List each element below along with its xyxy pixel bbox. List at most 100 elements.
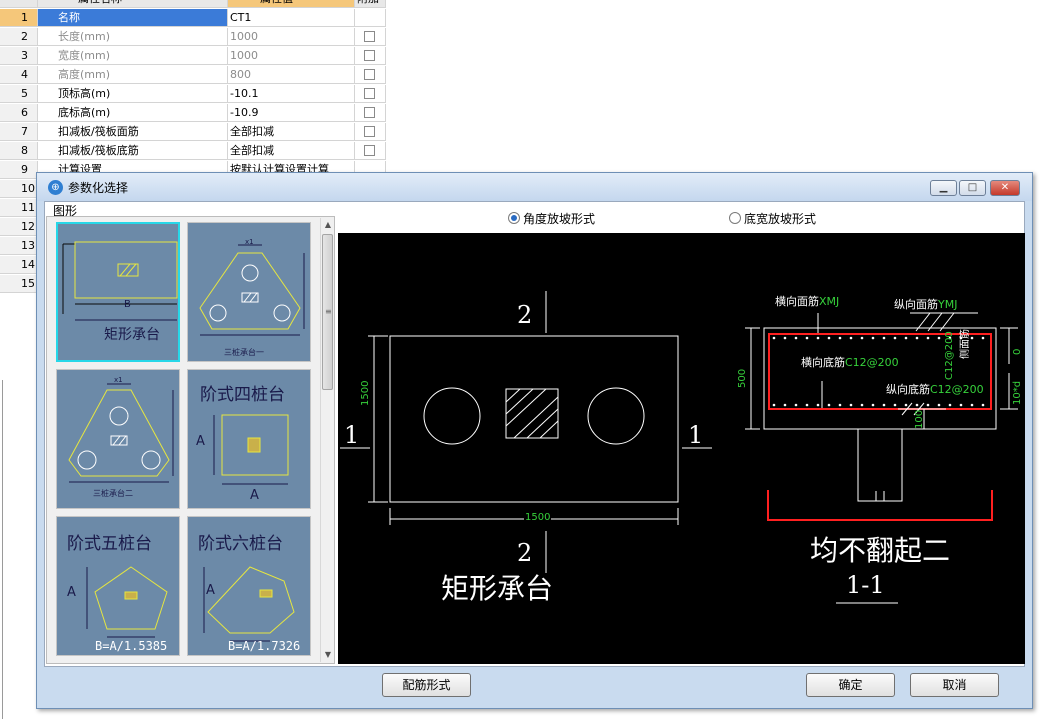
grid-prop-name[interactable]: 扣减板/筏板面筋 — [38, 123, 228, 141]
cancel-button[interactable]: 取消 — [910, 673, 999, 697]
grid-row[interactable]: 8 扣减板/筏板底筋 全部扣减 — [0, 142, 386, 161]
scroll-down-icon[interactable]: ▼ — [321, 648, 334, 662]
rebar-dot — [926, 403, 930, 407]
grid-row-number: 10 — [0, 180, 38, 198]
dim-10d-label: 10*d — [1012, 380, 1023, 405]
add-checkbox[interactable] — [364, 88, 375, 99]
grid-header-name[interactable]: 属性名称 — [38, 0, 228, 8]
thumb-tri-cap-2[interactable]: x1 三桩承台二 — [56, 369, 180, 509]
rebar-dot — [805, 336, 809, 340]
thumb-tri-cap-1[interactable]: x1 三桩承台一 — [187, 222, 311, 362]
grid-prop-add — [355, 85, 386, 103]
thumb-step4-label: 阶式四桩台 — [200, 385, 285, 405]
rebar-dot — [838, 403, 842, 407]
add-checkbox[interactable] — [364, 126, 375, 137]
grid-prop-add — [355, 142, 386, 160]
grid-row[interactable]: 7 扣减板/筏板面筋 全部扣减 — [0, 123, 386, 142]
scroll-thumb[interactable]: ≡ — [322, 234, 333, 390]
grid-prop-name[interactable]: 顶标高(m) — [38, 85, 228, 103]
rebar-dot — [783, 336, 787, 340]
grid-prop-value[interactable]: 1000 — [228, 28, 355, 46]
grid-row[interactable]: 1 名称 CT1 — [0, 9, 386, 28]
rebar-dot — [860, 336, 864, 340]
grid-prop-value[interactable]: 800 — [228, 66, 355, 84]
grid-row-number: 1 — [0, 9, 38, 27]
shape-title: 矩形承台 — [441, 572, 554, 605]
grid-header-value[interactable]: 属性值 — [228, 0, 355, 8]
radio-bottom-width-slope[interactable]: 底宽放坡形式 — [729, 210, 816, 227]
grid-header-add[interactable]: 附加 — [355, 0, 386, 8]
grid-row[interactable]: 2 长度(mm) 1000 — [0, 28, 386, 47]
grid-prop-value[interactable]: -10.1 — [228, 85, 355, 103]
grid-prop-name[interactable]: 扣减板/筏板底筋 — [38, 142, 228, 160]
thumb-tri1-dim-x: x1 — [245, 238, 254, 246]
grid-row[interactable]: 4 高度(mm) 800 — [0, 66, 386, 85]
rebar-form-button[interactable]: 配筋形式 — [382, 673, 471, 697]
label-v-top-text: 纵向面筋 — [894, 298, 938, 311]
dim-100-label: 100 — [914, 409, 925, 429]
rebar-dot — [893, 336, 897, 340]
close-button[interactable]: ✕ — [990, 180, 1020, 196]
grid-prop-name[interactable]: 底标高(m) — [38, 104, 228, 122]
thumb-step-6-pile[interactable]: 阶式六桩台 A B=A/1.7326 — [187, 516, 311, 656]
shape-gallery: B 矩形承台 x1 三桩承台一 x1 三桩承台二 阶式四桩台 A A 阶式五桩台… — [46, 216, 335, 664]
section-mark-left: 1 — [344, 421, 360, 449]
grid-row-number: 12 — [0, 218, 38, 236]
thumb-rect-label: 矩形承台 — [104, 327, 160, 343]
rebar-dot — [849, 403, 853, 407]
thumb-step6-formula: B=A/1.7326 — [228, 639, 301, 653]
grid-row[interactable]: 5 顶标高(m) -10.1 — [0, 85, 386, 104]
label-v-bot-value: C12@200 — [930, 383, 984, 396]
param-select-dialog: ⊕ 参数化选择 ▁ □ ✕ 图形 B 矩形承台 x1 三桩承台一 x1 三桩承台… — [36, 172, 1033, 709]
section-title: 均不翻起二 — [810, 534, 951, 567]
label-v-top-value: YMJ — [938, 298, 958, 311]
rebar-dot — [871, 403, 875, 407]
thumb-rect-cap[interactable]: B 矩形承台 — [56, 222, 180, 362]
minimize-button[interactable]: ▁ — [930, 180, 957, 196]
grid-prop-name[interactable]: 高度(mm) — [38, 66, 228, 84]
grid-prop-name[interactable]: 长度(mm) — [38, 28, 228, 46]
ok-button[interactable]: 确定 — [806, 673, 895, 697]
rebar-dot — [794, 403, 798, 407]
grid-prop-name[interactable]: 名称 — [38, 9, 228, 27]
grid-frame-line — [2, 380, 3, 719]
grid-prop-name[interactable]: 宽度(mm) — [38, 47, 228, 65]
maximize-button[interactable]: □ — [959, 180, 986, 196]
grid-prop-value[interactable]: -10.9 — [228, 104, 355, 122]
add-checkbox[interactable] — [364, 145, 375, 156]
rebar-dot — [772, 336, 776, 340]
grid-prop-value[interactable]: 全部扣减 — [228, 142, 355, 160]
grid-row-number: 8 — [0, 142, 38, 160]
thumb-step-4-pile[interactable]: 阶式四桩台 A A — [187, 369, 311, 509]
add-checkbox[interactable] — [364, 107, 375, 118]
label-h-bot-text: 横向底筋 — [801, 356, 845, 369]
grid-prop-add — [355, 28, 386, 46]
rebar-dot — [948, 403, 952, 407]
radio-angle-slope[interactable]: 角度放坡形式 — [508, 210, 595, 227]
dim-width-label: 1500 — [524, 512, 552, 523]
grid-prop-value[interactable]: 1000 — [228, 47, 355, 65]
rebar-dot — [882, 403, 886, 407]
grid-row[interactable]: 3 宽度(mm) 1000 — [0, 47, 386, 66]
rebar-dot — [783, 403, 787, 407]
grid-row-number: 5 — [0, 85, 38, 103]
add-checkbox[interactable] — [364, 69, 375, 80]
grid-row-number: 3 — [0, 47, 38, 65]
grid-prop-value[interactable]: 全部扣减 — [228, 123, 355, 141]
grid-row-number: 4 — [0, 66, 38, 84]
gallery-scrollbar[interactable]: ▲ ≡ ▼ — [320, 218, 334, 662]
rebar-dot — [827, 336, 831, 340]
label-h-bot: 横向底筋C12@200 — [801, 354, 899, 370]
add-checkbox[interactable] — [364, 31, 375, 42]
grid-row[interactable]: 6 底标高(m) -10.9 — [0, 104, 386, 123]
grid-prop-value[interactable]: CT1 — [228, 9, 355, 27]
thumb-step-5-pile[interactable]: 阶式五桩台 A B=A/1.5385 — [56, 516, 180, 656]
dialog-titlebar[interactable]: ⊕ 参数化选择 ▁ □ ✕ — [37, 173, 1032, 201]
rebar-dot — [937, 336, 941, 340]
label-v-bot: 纵向底筋C12@200 — [886, 381, 984, 397]
add-checkbox[interactable] — [364, 50, 375, 61]
radio-checked-icon — [508, 212, 520, 224]
dialog-title: 参数化选择 — [68, 181, 129, 195]
scroll-up-icon[interactable]: ▲ — [321, 218, 334, 232]
thumb-tri2-label: 三桩承台二 — [93, 489, 133, 498]
